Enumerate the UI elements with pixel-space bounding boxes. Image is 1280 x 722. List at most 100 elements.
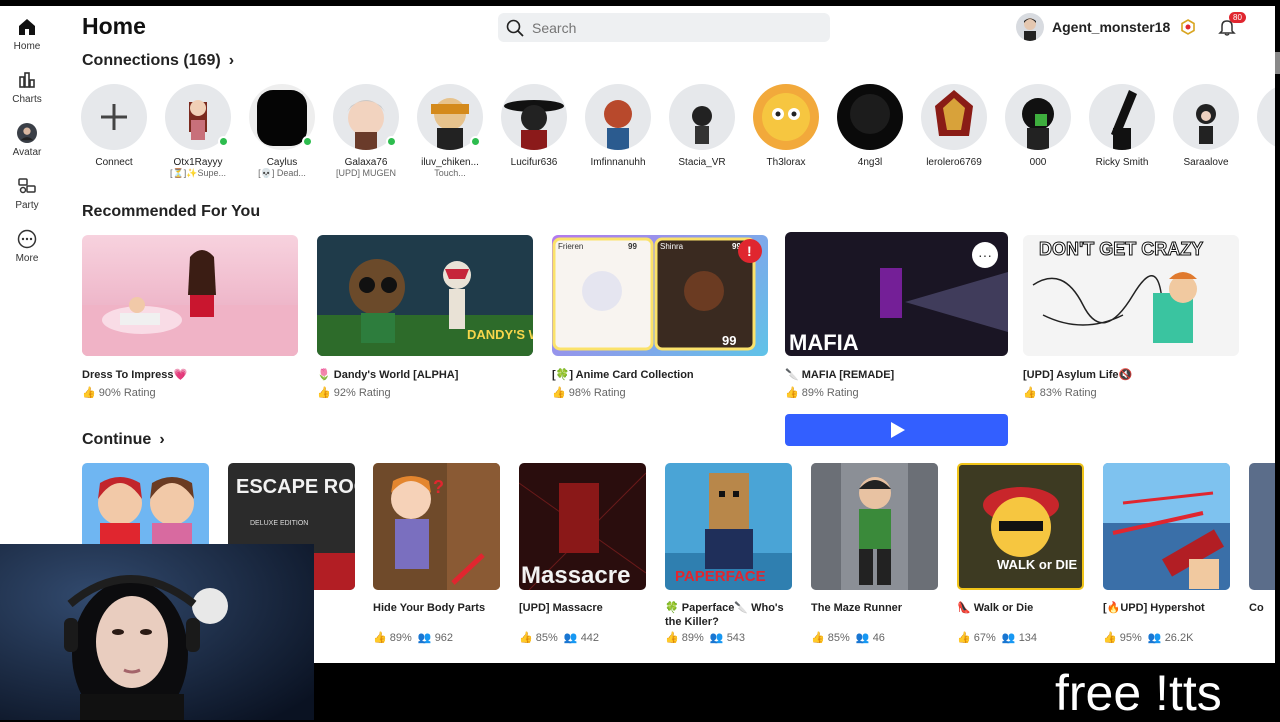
avatar <box>837 84 903 150</box>
avatar <box>501 84 567 150</box>
sidebar-item-avatar[interactable]: Avatar <box>0 123 54 158</box>
game-stats: 👍 89% 👥 962 <box>373 632 454 644</box>
game-rating: 👍 92% Rating <box>317 387 391 399</box>
continue-game-card[interactable]: Massacre [UPD] Massacre 👍 85% 👥 442 <box>519 463 646 644</box>
game-thumbnail <box>82 235 298 356</box>
connections-header[interactable]: Connections (169) › <box>82 52 234 70</box>
connection-item[interactable]: Imfinnanuhh <box>581 84 655 168</box>
connection-item[interactable]: Th3lorax <box>749 84 823 168</box>
game-card[interactable]: Frieren Shinra 99 99 99! [🍀] Anime Card Coll… <box>552 235 768 399</box>
game-thumbnail: DANDY'S WORLD <box>317 235 533 356</box>
online-status-dot <box>470 136 481 147</box>
robux-icon[interactable] <box>1180 19 1196 35</box>
avatar <box>921 84 987 150</box>
game-stats: 👍 85% 👥 442 <box>519 632 600 644</box>
asylum-logo: DON'T GET CRAZY <box>1039 239 1203 259</box>
continue-game-card[interactable]: [🔥UPD] Hypershot 👍 95% 👥 26.2K <box>1103 463 1230 644</box>
sidebar-item-charts[interactable]: Charts <box>0 70 54 105</box>
connection-item[interactable]: lerolero6769 <box>917 84 991 168</box>
paperface-logo: PAPERFACE <box>675 568 766 585</box>
card-badge-frieren: 99 <box>628 242 637 251</box>
search-input[interactable] <box>532 19 812 36</box>
avatar <box>1016 13 1044 41</box>
online-status-dot <box>302 136 313 147</box>
game-title: [UPD] Asylum Life🔇 <box>1023 369 1133 381</box>
chevron-right-icon: › <box>159 431 165 448</box>
avatar <box>753 84 819 150</box>
card-label-frieren: Frieren <box>558 242 583 251</box>
game-title: Dress To Impress💗 <box>82 369 188 381</box>
search-bar[interactable] <box>498 13 830 42</box>
sidebar-item-label: Charts <box>12 94 42 105</box>
page-title: Home <box>82 13 146 39</box>
players-icon: 👥 <box>1001 632 1016 644</box>
game-card[interactable]: DON'T GET CRAZY [UPD] Asylum Life🔇 👍 83%… <box>1023 235 1239 399</box>
continue-game-card[interactable]: ? Hide Your Body Parts 👍 89% 👥 962 <box>373 463 500 644</box>
continue-header[interactable]: Continue › <box>82 431 165 449</box>
connection-item[interactable]: Stacia_VR <box>665 84 739 168</box>
game-title: The Maze Runner <box>811 602 903 614</box>
players-icon: 👥 <box>709 632 724 644</box>
connection-item[interactable]: iluv_chiken... Touch... <box>413 84 487 178</box>
connection-item[interactable]: Ricky Smith <box>1085 84 1159 168</box>
game-title: [UPD] Massacre <box>519 602 603 614</box>
game-stats: 👍 67% 👥 134 <box>957 632 1038 644</box>
recommended-header: Recommended For You <box>82 203 260 221</box>
card-level: 99 <box>722 333 736 348</box>
game-rating: 👍 98% Rating <box>552 387 626 399</box>
more-options-button[interactable]: ··· <box>972 242 998 268</box>
more-icon <box>17 229 37 249</box>
sidebar-item-more[interactable]: More <box>0 229 54 264</box>
scrollbar[interactable] <box>1275 0 1280 663</box>
sidebar-item-party[interactable]: Party <box>0 176 54 211</box>
connection-name: Th3lorax <box>766 157 806 168</box>
continue-game-card[interactable]: The Maze Runner 👍 85% 👥 46 <box>811 463 938 644</box>
game-title: Hide Your Body Parts <box>373 602 486 614</box>
game-card-hovered[interactable]: MAFIA ··· 🔪 MAFIA [REMADE] 👍 89% Rating <box>785 232 1008 399</box>
play-button[interactable] <box>785 414 1008 446</box>
svg-text:?: ? <box>433 477 444 497</box>
game-rating: 👍 90% Rating <box>82 387 156 399</box>
game-thumbnail <box>1103 463 1230 590</box>
walk-or-die-logo: WALK or DIE <box>997 557 1077 572</box>
dandys-world-logo: DANDY'S WORLD <box>467 327 533 342</box>
connection-name: Otx1Rayyy <box>173 157 223 168</box>
chevron-right-icon: › <box>228 52 235 69</box>
connection-item[interactable]: 000 <box>1001 84 1075 168</box>
game-title: 👠 Walk or Die <box>957 602 1034 614</box>
connection-item[interactable]: Saraalove <box>1169 84 1243 168</box>
play-icon <box>890 422 905 438</box>
connect-button[interactable]: Connect <box>77 84 151 168</box>
continue-game-card[interactable]: WALK or DIE 👠 Walk or Die 👍 67% 👥 134 <box>957 463 1084 644</box>
game-thumbnail: ? <box>373 463 500 590</box>
sidebar-item-home[interactable]: Home <box>0 17 54 52</box>
continue-title: Continue <box>82 431 152 448</box>
game-thumbnail: WALK or DIE <box>957 463 1084 590</box>
connection-name: 4ng3l <box>857 157 883 168</box>
connection-item[interactable]: Lucifur636 <box>497 84 571 168</box>
user-profile-link[interactable]: Agent_monster18 <box>1016 13 1170 41</box>
connection-name: Saraalove <box>1183 157 1229 168</box>
thumbs-up-icon: 👍 <box>82 387 96 399</box>
game-title: 🌷 Dandy's World [ALPHA] <box>317 369 459 381</box>
game-card[interactable]: Dress To Impress💗 👍 90% Rating <box>82 235 298 399</box>
connection-item[interactable]: Galaxa76 [UPD] MUGEN <box>329 84 403 178</box>
thumbs-up-icon: 👍 <box>811 632 825 644</box>
avatar <box>669 84 735 150</box>
continue-game-card[interactable]: PAPERFACE 🍀 Paperface🔪 Who's the Killer?… <box>665 463 792 644</box>
connection-name: 000 <box>1029 157 1047 168</box>
search-icon <box>506 19 524 37</box>
sidebar-item-label: Home <box>13 41 41 52</box>
game-card[interactable]: DANDY'S WORLD 🌷 Dandy's World [ALPHA] 👍 … <box>317 235 533 399</box>
massacre-logo: Massacre <box>521 562 630 589</box>
connection-status: [UPD] MUGEN <box>335 168 396 178</box>
party-icon <box>17 176 37 196</box>
connection-item[interactable]: 4ng3l <box>833 84 907 168</box>
connection-item[interactable]: Caylus [💀] Dead... <box>245 84 319 179</box>
avatar <box>1005 84 1071 150</box>
avatar-icon <box>17 123 37 143</box>
connection-item[interactable]: Otx1Rayyy [⏳]✨Supe... <box>161 84 235 179</box>
username: Agent_monster18 <box>1052 19 1171 35</box>
notification-badge: 80 <box>1229 12 1246 23</box>
game-stats: 👍 95% 👥 26.2K <box>1103 632 1194 644</box>
